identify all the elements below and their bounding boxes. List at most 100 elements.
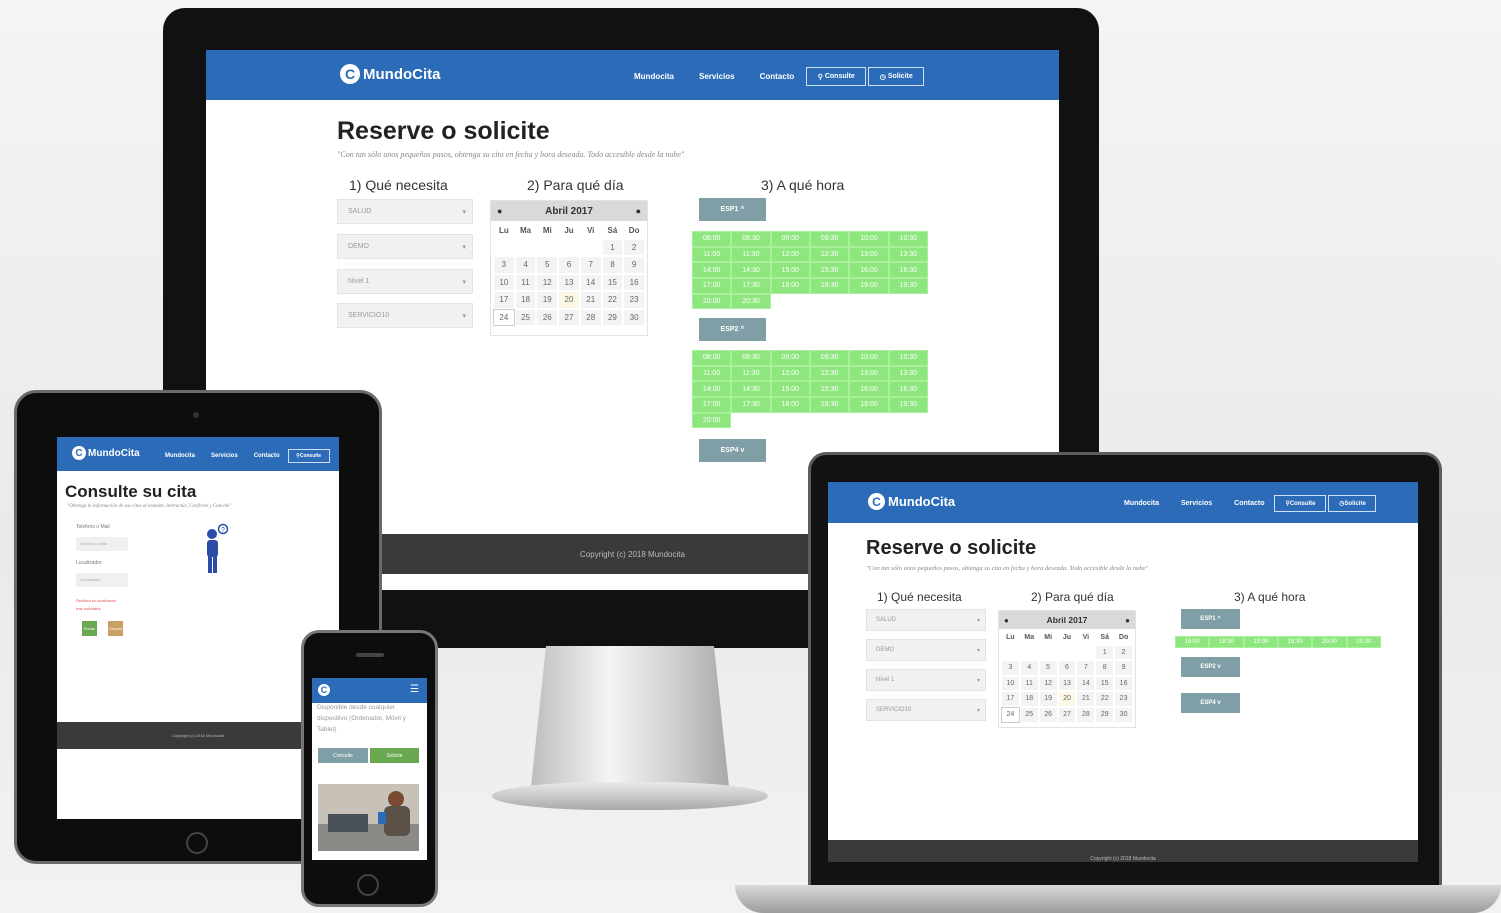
calendar-day[interactable]: 10 [1001,675,1020,692]
time-slot[interactable]: 20:30 [731,293,771,310]
calendar-day[interactable]: 15 [601,273,624,291]
time-slot[interactable]: 19:00 [849,278,889,294]
laptop-logo[interactable]: C MundoCita [868,493,955,510]
time-slot[interactable]: 10:30 [888,350,928,366]
calendar-day[interactable]: 19 [1038,691,1058,707]
hamburger-menu-icon[interactable]: ☰ [410,684,419,695]
nav-link-mundocita[interactable]: Mundocita [165,453,195,459]
nav-link-contacto[interactable]: Contacto [760,72,795,81]
calendar-day[interactable]: 24 [1001,706,1020,723]
time-slot[interactable]: 17:30 [731,397,771,413]
calendar-day[interactable]: 2 [1114,644,1133,661]
time-slot[interactable]: 10:30 [888,231,928,247]
calendar-day[interactable]: 9 [623,256,645,274]
phone-input[interactable]: Telefono o Mail [76,537,128,551]
tablet-logo[interactable]: C MundoCita [72,446,140,460]
time-slot[interactable]: 19:30 [888,397,928,413]
time-slot[interactable]: 19:30 [1277,636,1313,648]
time-slot[interactable]: 18:00 [770,397,810,413]
phone-home-button[interactable] [357,874,379,896]
calendar-day[interactable]: 20 [1057,691,1077,707]
time-slot[interactable]: 09:30 [809,231,850,247]
time-slot[interactable]: 19:30 [888,278,928,294]
calendar-day[interactable]: 26 [1038,706,1058,723]
calendar-day[interactable]: 22 [601,291,624,309]
time-slot[interactable]: 08:00 [692,231,732,247]
nav-link-servicios[interactable]: Servicios [211,453,238,459]
time-slot[interactable]: 08:00 [692,350,732,366]
prev-month-icon[interactable]: ● [497,206,502,216]
logo-c-icon[interactable]: C [318,684,330,696]
calendar-day[interactable]: 5 [1038,660,1058,676]
calendar-day[interactable]: 18 [514,291,537,309]
phone-consulte-button[interactable]: Consulte [318,748,368,763]
calendar-day[interactable]: 13 [1057,675,1077,692]
time-slot[interactable]: 11:30 [731,246,771,263]
time-slot[interactable]: 15:30 [809,381,850,398]
calendar-day[interactable]: 5 [536,256,559,274]
time-slot[interactable]: 15:00 [770,262,810,279]
calendar-day[interactable]: 12 [1038,675,1058,692]
time-slot[interactable]: 10:00 [849,350,889,366]
calendar-day[interactable]: 28 [1076,706,1096,723]
calendar-day[interactable]: 13 [558,273,580,291]
calendar-day[interactable]: 21 [579,291,602,309]
time-slot[interactable]: 09:30 [809,350,850,366]
nav-link-contacto[interactable]: Contacto [254,453,280,459]
select-service[interactable]: SERVICIO10 ▾ [337,303,473,328]
calendar-day[interactable]: 11 [514,273,537,291]
time-slot[interactable]: 13:30 [888,246,928,263]
calendar-day[interactable]: 6 [558,256,580,274]
calendar-day[interactable]: 30 [623,308,645,326]
time-slot[interactable]: 20:00 [692,293,732,310]
calendar-day[interactable]: 29 [601,308,624,326]
calendar-day[interactable]: 25 [1019,706,1039,723]
time-slot[interactable]: 19:00 [849,397,889,413]
calendar-day[interactable]: 27 [558,308,580,326]
time-slot[interactable]: 14:00 [692,262,732,279]
time-slot[interactable]: 13:30 [888,365,928,382]
time-slot[interactable]: 18:30 [809,278,850,294]
prev-month-icon[interactable]: ● [1004,616,1009,625]
nav-link-mundocita[interactable]: Mundocita [1124,500,1159,507]
time-slot[interactable]: 17:00 [692,278,732,294]
calendar-day[interactable]: 14 [579,273,602,291]
time-slot[interactable]: 08:30 [731,231,771,247]
calendar-day[interactable]: 22 [1095,691,1115,707]
time-slot[interactable]: 09:00 [770,231,810,247]
time-slot[interactable]: 13:00 [849,246,889,263]
calendar-day[interactable]: 16 [1114,675,1133,692]
nav-solicite-button[interactable]: ◷ Solicite [868,67,925,86]
nav-solicite-button[interactable]: ◷ Solicite [1328,495,1377,512]
time-slot[interactable]: 17:00 [692,397,732,413]
time-slot[interactable]: 18:00 [770,278,810,294]
next-month-icon[interactable]: ● [636,206,641,216]
time-slot[interactable]: 14:30 [731,381,771,398]
calendar-day[interactable]: 3 [1001,660,1020,676]
calendar-day[interactable]: 2 [623,238,645,256]
select-level[interactable]: Nivel 1 ▾ [866,669,986,691]
calendar-day[interactable]: 9 [1114,660,1133,676]
phone-solicite-button[interactable]: Solicite [370,748,419,763]
time-slot[interactable]: 11:30 [731,365,771,382]
calendar-day[interactable]: 8 [1095,660,1115,676]
calendar-day[interactable]: 18 [1019,691,1039,707]
calendar-day[interactable]: 1 [601,238,624,256]
calendar-day[interactable]: 17 [493,291,515,309]
calendar-day[interactable]: 30 [1114,706,1133,723]
time-slot[interactable]: 12:00 [770,365,810,382]
calendar-day[interactable]: 3 [493,256,515,274]
time-slot[interactable]: 08:30 [731,350,771,366]
tablet-home-button[interactable] [186,832,208,854]
time-slot[interactable]: 15:00 [770,381,810,398]
time-slot[interactable]: 12:30 [809,365,850,382]
time-slot[interactable]: 19:00 [1243,636,1278,648]
esp1-toggle[interactable]: ESP1 ^ [1181,609,1240,629]
select-level[interactable]: Nivel 1 ▾ [337,269,473,294]
calendar-day[interactable]: 6 [1057,660,1077,676]
select-sector[interactable]: SALUD ▾ [337,199,473,224]
calendar-day[interactable]: 10 [493,273,515,291]
nav-link-mundocita[interactable]: Mundocita [634,72,674,81]
calendar-day[interactable]: 17 [1001,691,1020,707]
time-slot[interactable]: 18:30 [809,397,850,413]
